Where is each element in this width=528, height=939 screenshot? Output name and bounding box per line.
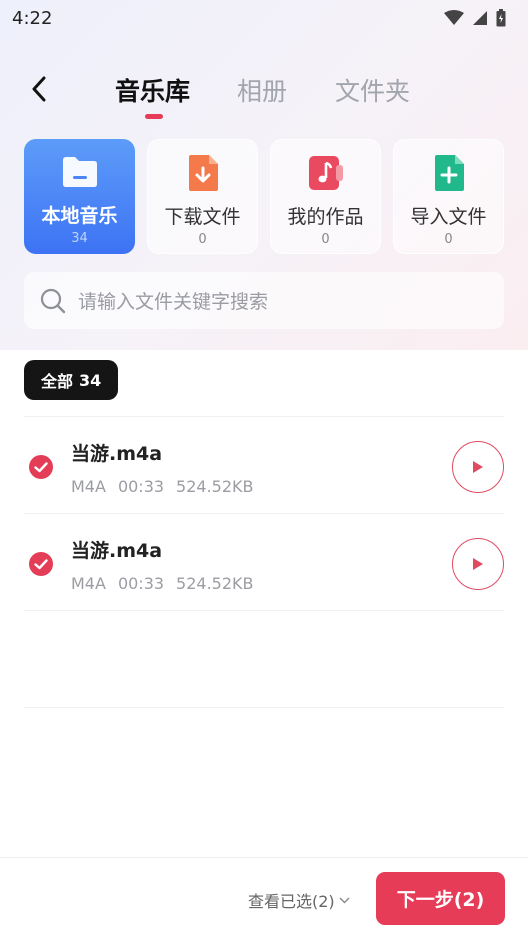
category-count: 34 [71,231,88,246]
file-meta: M4A 00:33 524.52KB [71,477,254,496]
wifi-icon [444,10,464,25]
category-count: 0 [444,232,453,247]
battery-icon [496,9,506,27]
bottom-bar: 查看已选(2) 下一步(2) [0,857,528,939]
status-icons [444,9,506,27]
view-selected-button[interactable]: 查看已选(2) [248,888,350,912]
category-count: 0 [321,232,330,247]
tab-music-library[interactable]: 音乐库 [115,72,190,108]
file-name: 当游.m4a [71,540,163,562]
check-icon[interactable] [29,455,53,479]
file-duration: 00:33 [117,477,165,496]
file-format: M4A [71,477,106,496]
file-format: M4A [71,574,106,593]
status-time: 4:22 [12,7,53,29]
file-name: 当游.m4a [71,443,163,465]
back-button[interactable] [24,74,54,104]
filter-label: 全部 [41,372,74,391]
nav-bar: 音乐库 相册 文件夹 [0,60,528,120]
list-divider [24,707,504,804]
category-downloads[interactable]: 下载文件 0 [147,139,258,254]
tab-album[interactable]: 相册 [237,72,287,108]
music-note-icon [307,154,345,192]
folder-icon [61,153,99,191]
file-size: 524.52KB [176,477,254,496]
category-label: 导入文件 [410,206,487,228]
status-bar: 4:22 [0,0,528,36]
category-count: 0 [198,232,207,247]
list-item[interactable]: 当游.m4a M4A 00:33 524.52KB [24,513,504,610]
tab-folder[interactable]: 文件夹 [335,72,410,108]
chevron-down-icon [339,897,350,903]
list-divider [24,610,504,707]
check-icon[interactable] [29,552,53,576]
category-import[interactable]: 导入文件 0 [393,139,504,254]
category-grid: 本地音乐 34 下载文件 0 我的作品 0 导入文件 0 [24,139,504,254]
view-selected-label: 查看已选(2) [248,892,335,911]
next-step-button[interactable]: 下一步(2) [376,872,505,925]
play-button[interactable] [452,538,504,590]
chevron-left-icon [32,76,46,102]
category-local-music[interactable]: 本地音乐 34 [24,139,135,254]
file-meta: M4A 00:33 524.52KB [71,574,254,593]
tab-indicator [145,114,163,119]
category-label: 我的作品 [287,206,364,228]
play-icon [473,461,483,473]
category-my-works[interactable]: 我的作品 0 [270,139,381,254]
filter-chip-all[interactable]: 全部 34 [24,360,119,400]
filter-count: 34 [79,370,102,390]
search-icon [40,288,66,313]
add-file-icon [430,154,468,192]
search-input[interactable]: 请输入文件关键字搜索 [24,272,504,329]
category-label: 下载文件 [164,206,241,228]
category-label: 本地音乐 [41,205,118,227]
signal-icon [473,11,487,25]
search-placeholder: 请输入文件关键字搜索 [78,291,269,313]
play-button[interactable] [452,441,504,493]
list-item[interactable]: 当游.m4a M4A 00:33 524.52KB [24,416,504,513]
file-duration: 00:33 [117,574,165,593]
file-list: 当游.m4a M4A 00:33 524.52KB 当游.m4a M4A 00:… [24,416,504,804]
download-file-icon [184,154,222,192]
play-icon [473,558,483,570]
file-size: 524.52KB [176,574,254,593]
